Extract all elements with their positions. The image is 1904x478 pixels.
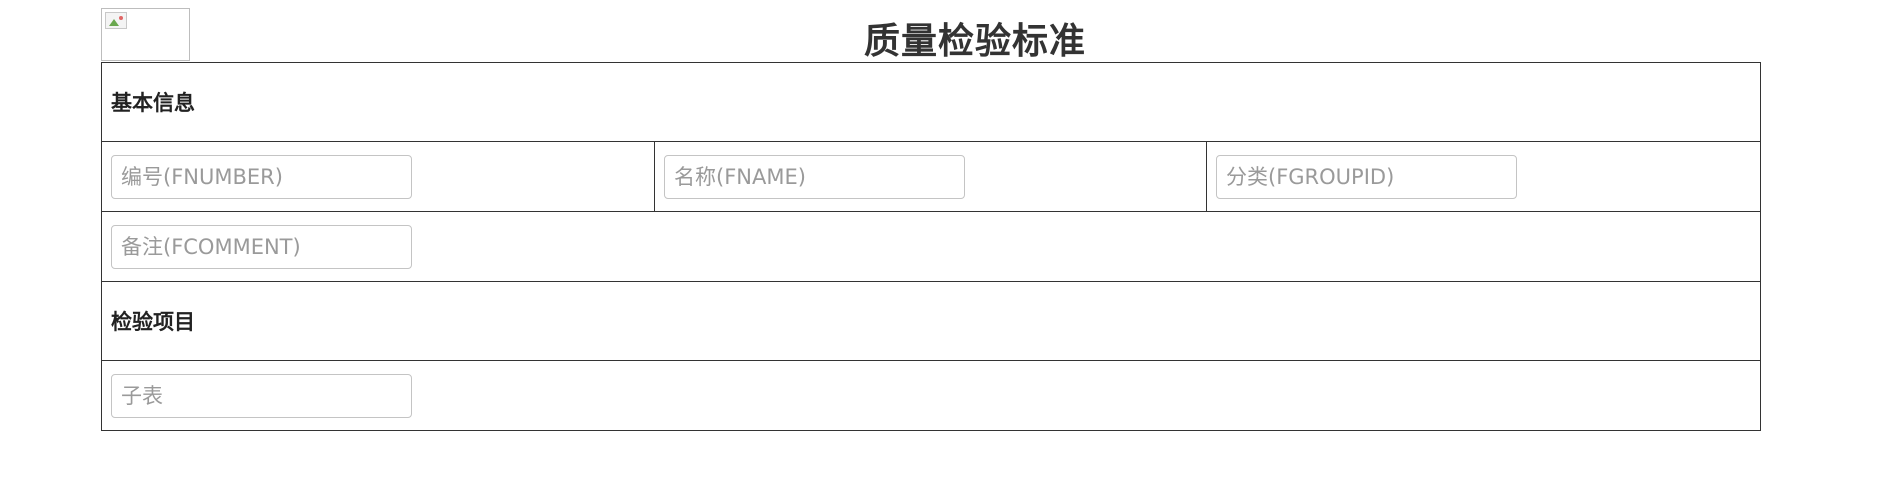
page: 质量检验标准 基本信息 编号(FNUMBER) 名称(FNAME) 分类(FGR… (0, 0, 1904, 478)
field-row-comment (100, 211, 1762, 282)
form-table: 基本信息 检验项目 (100, 62, 1762, 431)
section-row-inspection-items: 检验项目 (100, 281, 1762, 361)
subtable-input[interactable] (111, 373, 412, 418)
field-cell-subtable (100, 360, 1762, 431)
field-row-main (101, 141, 1762, 212)
section-title-inspection-items: 检验项目 (111, 310, 195, 334)
field-cell-number (101, 141, 655, 212)
page-title: 质量检验标准 (863, 21, 1086, 62)
section-row-basic-info: 基本信息 (100, 62, 1762, 142)
field-cell-name (654, 141, 1207, 212)
name-input[interactable] (664, 154, 965, 199)
field-cell-group (1205, 141, 1762, 212)
group-input[interactable] (1216, 154, 1517, 199)
field-row-subtable (100, 360, 1762, 431)
section-title-basic-info: 基本信息 (111, 91, 195, 115)
field-cell-comment (100, 211, 1762, 282)
section-cell: 基本信息 (100, 62, 1762, 142)
number-input[interactable] (111, 154, 412, 199)
comment-input[interactable] (111, 224, 412, 269)
section-cell: 检验项目 (100, 281, 1762, 361)
